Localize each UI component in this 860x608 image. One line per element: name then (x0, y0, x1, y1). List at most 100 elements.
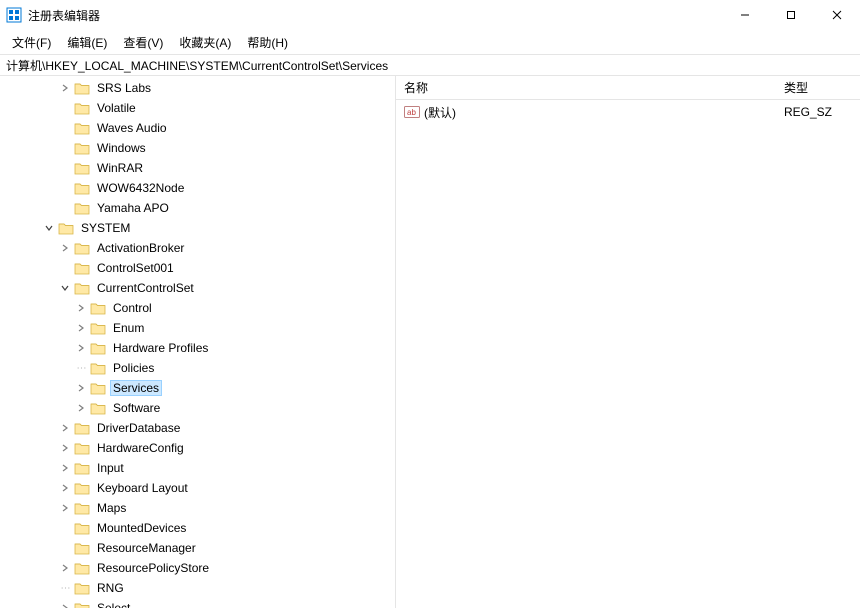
tree-item[interactable]: ⋯ Policies (0, 358, 395, 378)
folder-icon (74, 461, 90, 475)
tree-item[interactable]: CurrentControlSet (0, 278, 395, 298)
chevron-right-icon[interactable] (58, 421, 72, 435)
folder-icon (74, 241, 90, 255)
titlebar: 注册表编辑器 (0, 0, 860, 30)
tree-item[interactable]: Select (0, 598, 395, 608)
folder-icon (90, 361, 106, 375)
chevron-down-icon[interactable] (58, 281, 72, 295)
tree-item[interactable]: Input (0, 458, 395, 478)
tree-item[interactable]: WOW6432Node (0, 178, 395, 198)
folder-icon (90, 341, 106, 355)
value-name-label: (默认) (424, 104, 456, 121)
tree-item-label: WinRAR (94, 161, 146, 175)
chevron-right-icon[interactable] (58, 481, 72, 495)
folder-icon (74, 201, 90, 215)
tree-item[interactable]: Yamaha APO (0, 198, 395, 218)
tree-item[interactable]: Hardware Profiles (0, 338, 395, 358)
chevron-right-icon[interactable] (58, 241, 72, 255)
tree-item-label: HardwareConfig (94, 441, 187, 455)
tree-item[interactable]: Software (0, 398, 395, 418)
tree-item[interactable]: SYSTEM (0, 218, 395, 238)
folder-icon (74, 101, 90, 115)
chevron-right-icon[interactable] (74, 301, 88, 315)
chevron-right-icon[interactable] (58, 461, 72, 475)
menu-help[interactable]: 帮助(H) (239, 32, 296, 53)
tree-item[interactable]: Enum (0, 318, 395, 338)
tree-item[interactable]: Waves Audio (0, 118, 395, 138)
expander-blank (58, 201, 72, 215)
folder-icon (74, 561, 90, 575)
chevron-right-icon[interactable] (74, 381, 88, 395)
main-area: SRS Labs Volatile Waves Audio Windows Wi… (0, 76, 860, 608)
address-bar[interactable]: 计算机\HKEY_LOCAL_MACHINE\SYSTEM\CurrentCon… (0, 54, 860, 76)
column-header-name[interactable]: 名称 (396, 76, 776, 99)
folder-icon (90, 401, 106, 415)
chevron-right-icon[interactable] (58, 81, 72, 95)
tree-item-label: Policies (110, 361, 157, 375)
expander-blank (58, 261, 72, 275)
value-type-cell: REG_SZ (776, 105, 860, 119)
chevron-right-icon[interactable] (58, 561, 72, 575)
tree-item[interactable]: DriverDatabase (0, 418, 395, 438)
menu-file[interactable]: 文件(F) (4, 32, 59, 53)
tree-item[interactable]: Services (0, 378, 395, 398)
tree-item-label: Input (94, 461, 127, 475)
tree-item[interactable]: ResourceManager (0, 538, 395, 558)
tree-item-label: SYSTEM (78, 221, 133, 235)
chevron-right-icon[interactable] (58, 501, 72, 515)
tree-item[interactable]: WinRAR (0, 158, 395, 178)
folder-icon (74, 261, 90, 275)
folder-icon (74, 81, 90, 95)
tree-item[interactable]: SRS Labs (0, 78, 395, 98)
tree-item[interactable]: Keyboard Layout (0, 478, 395, 498)
tree-item[interactable]: ActivationBroker (0, 238, 395, 258)
tree-dots-icon: ⋯ (74, 363, 88, 374)
list-pane: 名称 类型 (默认) REG_SZ (396, 76, 860, 608)
value-name-cell: (默认) (396, 104, 776, 121)
address-path: 计算机\HKEY_LOCAL_MACHINE\SYSTEM\CurrentCon… (6, 57, 388, 74)
tree-item[interactable]: Windows (0, 138, 395, 158)
tree-item[interactable]: ResourcePolicyStore (0, 558, 395, 578)
list-row[interactable]: (默认) REG_SZ (396, 102, 860, 122)
maximize-button[interactable] (768, 0, 814, 30)
column-header-type[interactable]: 类型 (776, 76, 860, 99)
tree-item-label: MountedDevices (94, 521, 189, 535)
menu-favorites[interactable]: 收藏夹(A) (171, 32, 239, 53)
menu-view[interactable]: 查看(V) (115, 32, 171, 53)
tree-scroll[interactable]: SRS Labs Volatile Waves Audio Windows Wi… (0, 76, 395, 608)
minimize-button[interactable] (722, 0, 768, 30)
chevron-right-icon[interactable] (58, 441, 72, 455)
list-header: 名称 类型 (396, 76, 860, 100)
tree-item-label: Software (110, 401, 163, 415)
tree-item[interactable]: HardwareConfig (0, 438, 395, 458)
tree-item[interactable]: Volatile (0, 98, 395, 118)
tree-item-label: Hardware Profiles (110, 341, 211, 355)
chevron-right-icon[interactable] (74, 341, 88, 355)
menu-edit[interactable]: 编辑(E) (59, 32, 115, 53)
chevron-right-icon[interactable] (58, 601, 72, 608)
folder-icon (74, 121, 90, 135)
tree-item[interactable]: ControlSet001 (0, 258, 395, 278)
registry-tree: SRS Labs Volatile Waves Audio Windows Wi… (0, 76, 395, 608)
folder-icon (74, 581, 90, 595)
folder-icon (90, 321, 106, 335)
expander-blank (58, 161, 72, 175)
tree-item-label: Services (110, 380, 162, 396)
close-button[interactable] (814, 0, 860, 30)
chevron-right-icon[interactable] (74, 401, 88, 415)
tree-dots-icon: ⋯ (58, 583, 72, 594)
tree-item-label: ResourceManager (94, 541, 199, 555)
tree-item[interactable]: Control (0, 298, 395, 318)
tree-item-label: CurrentControlSet (94, 281, 197, 295)
tree-item[interactable]: ⋯RNG (0, 578, 395, 598)
window-title: 注册表编辑器 (28, 7, 100, 24)
expander-blank (58, 521, 72, 535)
folder-icon (74, 601, 90, 608)
tree-item-label: WOW6432Node (94, 181, 187, 195)
tree-item-label: DriverDatabase (94, 421, 183, 435)
tree-item[interactable]: Maps (0, 498, 395, 518)
expander-blank (58, 141, 72, 155)
chevron-down-icon[interactable] (42, 221, 56, 235)
chevron-right-icon[interactable] (74, 321, 88, 335)
tree-item[interactable]: MountedDevices (0, 518, 395, 538)
